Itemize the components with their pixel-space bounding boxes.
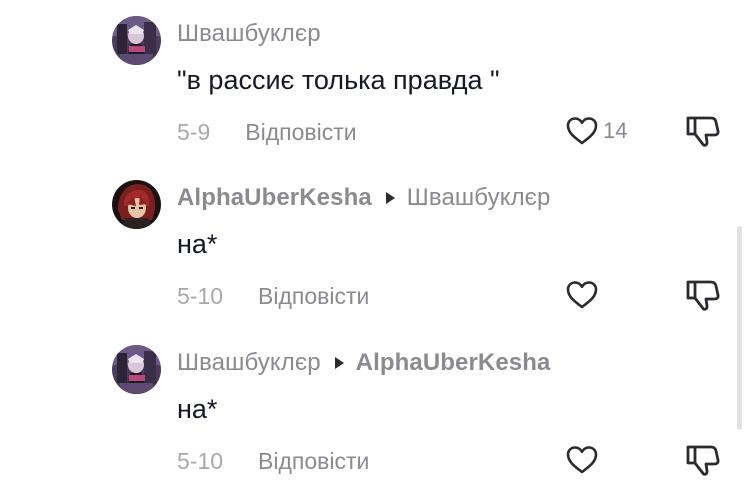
comment-meta: 5-10 Відповісти (177, 281, 369, 311)
like-count: 14 (603, 118, 628, 143)
dislike-button[interactable] (684, 441, 722, 479)
like-button[interactable] (565, 443, 603, 477)
reply-to-name[interactable]: Швашбуклєр (407, 184, 551, 212)
avatar[interactable] (112, 180, 161, 229)
comment-meta: 5-9 Відповісти (177, 117, 357, 147)
comment-text: на* (177, 394, 218, 424)
reply-to-name[interactable]: AlphaUberKesha (356, 349, 551, 377)
like-button[interactable] (565, 278, 603, 312)
comment-date: 5-10 (177, 282, 224, 309)
avatar[interactable] (112, 16, 161, 65)
like-button[interactable]: 14 (565, 114, 627, 148)
heart-icon (566, 117, 598, 145)
author-name[interactable]: Швашбуклєр (177, 349, 321, 377)
dislike-button[interactable] (684, 112, 722, 150)
comment-item: AlphaUberKesha Швашбуклєр на* 5-10 Відпо… (0, 163, 750, 313)
heart-icon (566, 281, 598, 309)
reply-button[interactable]: Відповісти (245, 119, 356, 146)
avatar-anime-dark-icon (112, 345, 161, 394)
reply-button[interactable]: Відповісти (258, 283, 369, 310)
reply-arrow-icon (385, 192, 395, 204)
comment-meta: 5-10 Відповісти (177, 446, 369, 476)
author-name[interactable]: Швашбуклєр (177, 20, 321, 48)
thumbs-down-icon (686, 280, 720, 311)
thumbs-down-icon (686, 116, 720, 147)
comment-item: Швашбуклєр AlphaUberKesha на* 5-10 Відпо… (0, 328, 750, 478)
heart-icon (566, 446, 598, 474)
avatar[interactable] (112, 345, 161, 394)
reply-arrow-icon (334, 357, 344, 369)
scrollbar[interactable] (737, 226, 742, 430)
dislike-button[interactable] (684, 276, 722, 314)
comments-panel: Швашбуклєр "в рассиє толька правда " 5-9… (0, 0, 750, 489)
comment-date: 5-10 (177, 447, 224, 474)
comment-date: 5-9 (177, 118, 211, 145)
author-name[interactable]: AlphaUberKesha (177, 184, 372, 212)
author-line: Швашбуклєр AlphaUberKesha (177, 348, 550, 378)
avatar-anime-dark-icon (112, 16, 161, 65)
comment-item: Швашбуклєр "в рассиє толька правда " 5-9… (0, 0, 750, 149)
comment-text: на* (177, 229, 218, 259)
comment-text: "в рассиє толька правда " (177, 65, 500, 95)
author-line: Швашбуклєр (177, 19, 321, 49)
thumbs-down-icon (686, 445, 720, 476)
author-line: AlphaUberKesha Швашбуклєр (177, 183, 550, 213)
reply-button[interactable]: Відповісти (258, 448, 369, 475)
avatar-red-hair-icon (112, 180, 161, 229)
